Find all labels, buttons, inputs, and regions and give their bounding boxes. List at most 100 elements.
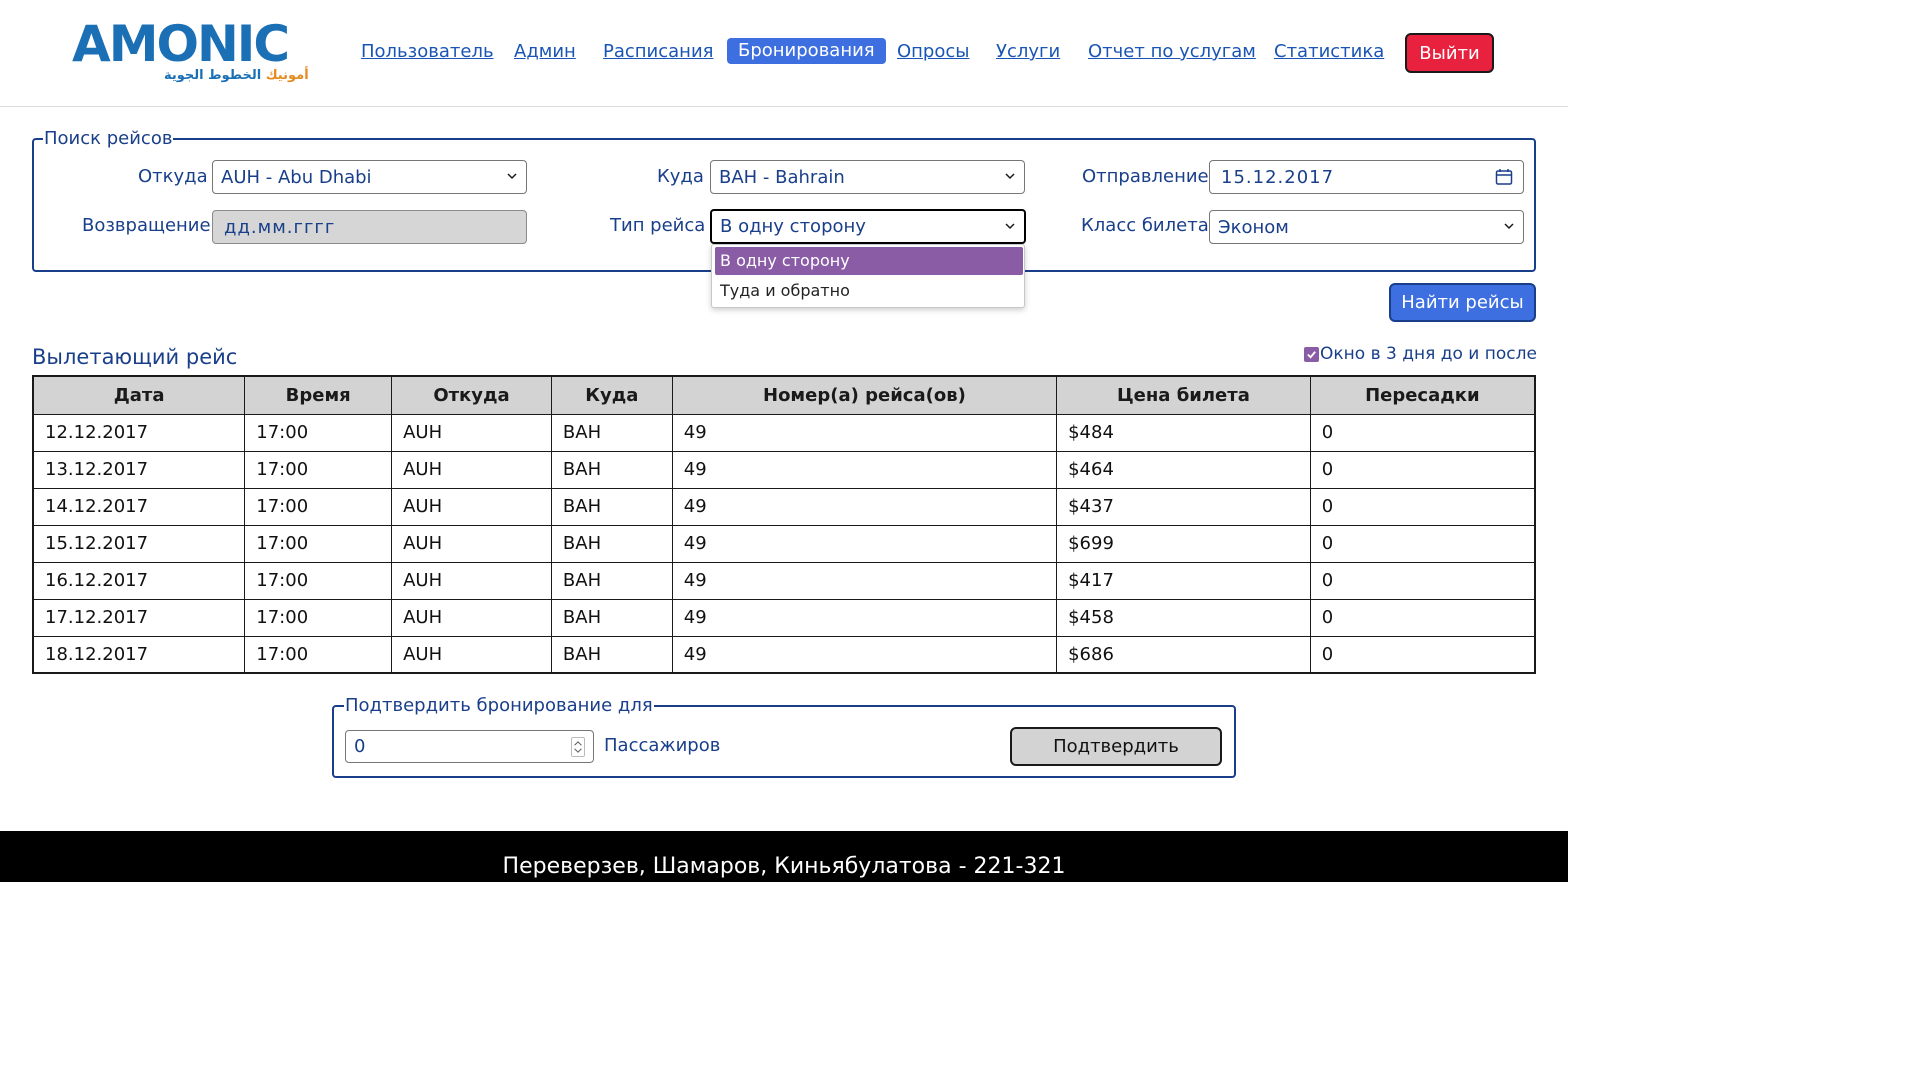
class-value: Эконом [1218,216,1289,238]
from-label: Откуда [138,166,208,187]
table-cell: 49 [671,487,1058,526]
table-cell: AUH [391,413,552,452]
logo-text: AMONIC [72,15,290,73]
column-header[interactable]: Откуда [391,375,552,415]
table-cell: BAH [550,487,673,526]
from-select[interactable]: AUH - Abu Dhabi [212,160,527,194]
from-select-value: AUH - Abu Dhabi [221,166,372,188]
table-cell: 14.12.2017 [32,487,246,526]
table-cell: 17:00 [244,598,393,637]
trip-type-option-one-way[interactable]: В одну сторону [715,247,1023,275]
table-cell: 0 [1309,598,1536,637]
table-row[interactable]: 18.12.2017 17:00 AUH BAH 49 $686 0 [32,635,1536,674]
table-cell: 17:00 [244,487,393,526]
table-row[interactable]: 12.12.2017 17:00 AUH BAH 49 $484 0 [32,413,1536,452]
table-cell: $458 [1056,598,1311,637]
nav-services-report[interactable]: Отчет по услугам [1088,40,1256,64]
class-label: Класс билета [1081,215,1209,236]
spinner-icon[interactable] [571,737,585,757]
table-row[interactable]: 13.12.2017 17:00 AUH BAH 49 $464 0 [32,450,1536,489]
confirm-legend: Подтвердить бронирование для [344,695,654,717]
table-cell: 16.12.2017 [32,561,246,600]
footer: Переверзев, Шамаров, Киньябулатова - 221… [0,831,1568,882]
table-cell: $484 [1056,413,1311,452]
table-cell: 49 [671,413,1058,452]
chevron-down-icon [1005,223,1015,230]
calendar-icon[interactable] [1495,168,1513,186]
passengers-label: Пассажиров [604,735,721,756]
table-cell: 0 [1309,524,1536,563]
table-cell: 49 [671,524,1058,563]
table-cell: 49 [671,598,1058,637]
nav-admin[interactable]: Админ [514,40,576,64]
depart-date-value: 15.12.2017 [1221,166,1335,188]
flights-table: Дата Время Откуда Куда Номер(а) рейса(ов… [32,375,1536,674]
confirm-button[interactable]: Подтвердить [1010,727,1222,766]
table-cell: AUH [391,598,552,637]
passengers-input[interactable]: 0 [345,730,594,763]
column-header[interactable]: Дата [32,375,246,415]
find-flights-button[interactable]: Найти рейсы [1389,283,1536,322]
table-cell: AUH [391,524,552,563]
header: AMONIC أمونيك الخطوط الجوية Пользователь… [0,0,1568,107]
class-select[interactable]: Эконом [1209,210,1524,244]
nav-statistics[interactable]: Статистика [1274,40,1384,64]
chevron-down-icon [1005,173,1015,180]
table-cell: 18.12.2017 [32,635,246,674]
trip-type-dropdown: В одну сторону Туда и обратно [711,244,1025,308]
date-window-checkbox-wrap[interactable]: Окно в 3 дня до и после [1304,344,1537,364]
table-cell: 0 [1309,561,1536,600]
trip-type-option-round-trip[interactable]: Туда и обратно [715,277,1023,305]
table-cell: 49 [671,450,1058,489]
trip-type-select[interactable]: В одну сторону [710,209,1026,244]
table-row[interactable]: 17.12.2017 17:00 AUH BAH 49 $458 0 [32,598,1536,637]
nav-bookings[interactable]: Бронирования [727,38,886,64]
date-window-label: Окно в 3 дня до и после [1320,344,1537,364]
table-cell: 17:00 [244,450,393,489]
table-cell: $437 [1056,487,1311,526]
table-cell: 15.12.2017 [32,524,246,563]
table-cell: AUH [391,450,552,489]
trip-type-value: В одну сторону [720,216,866,237]
chevron-down-icon [507,173,517,180]
column-header[interactable]: Пересадки [1309,375,1536,415]
table-row[interactable]: 16.12.2017 17:00 AUH BAH 49 $417 0 [32,561,1536,600]
table-cell: AUH [391,561,552,600]
table-cell: 49 [671,561,1058,600]
nav-services[interactable]: Услуги [996,40,1060,64]
footer-text: Переверзев, Шамаров, Киньябулатова - 221… [502,854,1066,879]
table-cell: BAH [550,524,673,563]
logo-arabic-text: أمونيك الخطوط الجوية [164,68,309,83]
chevron-down-icon [1504,223,1514,230]
depart-date-input[interactable]: 15.12.2017 [1209,160,1524,194]
table-cell: $417 [1056,561,1311,600]
table-cell: 0 [1309,413,1536,452]
table-cell: 0 [1309,487,1536,526]
nav-schedules[interactable]: Расписания [603,40,713,64]
table-cell: 12.12.2017 [32,413,246,452]
to-label: Куда [657,166,704,187]
table-row[interactable]: 15.12.2017 17:00 AUH BAH 49 $699 0 [32,524,1536,563]
table-row[interactable]: 14.12.2017 17:00 AUH BAH 49 $437 0 [32,487,1536,526]
table-cell: $464 [1056,450,1311,489]
table-cell: AUH [391,487,552,526]
to-select[interactable]: BAH - Bahrain [710,160,1025,194]
column-header[interactable]: Цена билета [1056,375,1311,415]
table-cell: 49 [671,635,1058,674]
date-window-checkbox[interactable] [1304,346,1319,362]
table-cell: $686 [1056,635,1311,674]
table-cell: 0 [1309,450,1536,489]
column-header[interactable]: Номер(а) рейса(ов) [671,375,1058,415]
amonic-logo[interactable]: AMONIC أمونيك الخطوط الجوية [72,15,309,88]
table-cell: 0 [1309,635,1536,674]
table-cell: BAH [550,561,673,600]
return-date-input: дд.мм.гггг [212,210,527,244]
column-header[interactable]: Время [244,375,393,415]
return-date-placeholder: дд.мм.гггг [224,216,336,238]
nav-surveys[interactable]: Опросы [897,40,969,64]
to-select-value: BAH - Bahrain [719,166,845,188]
logout-button[interactable]: Выйти [1405,33,1494,73]
outbound-title: Вылетающий рейс [32,345,238,369]
nav-user[interactable]: Пользователь [361,40,494,64]
column-header[interactable]: Куда [550,375,673,415]
